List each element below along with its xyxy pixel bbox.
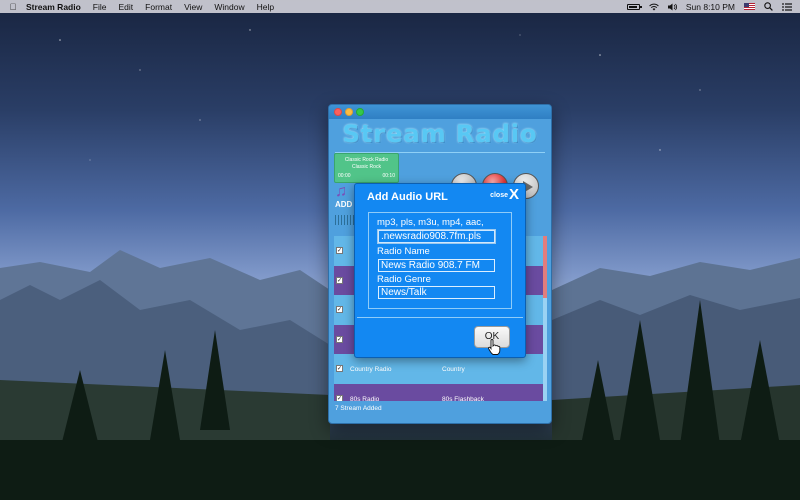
menu-bar:  Stream Radio File Edit Format View Win… (0, 0, 800, 13)
station-list-scrollbar[interactable] (543, 236, 547, 401)
spotlight-search-icon[interactable] (764, 2, 773, 11)
app-menu[interactable]: Stream Radio (26, 2, 81, 12)
station-row[interactable]: ✓ 80s Radio 80s Flashback (334, 383, 544, 402)
close-label: close (490, 191, 508, 199)
dialog-close-button[interactable]: close X (490, 186, 519, 203)
station-genre: 80s Flashback (442, 395, 484, 402)
station-name: Country Radio (350, 366, 392, 373)
equalizer-icon (335, 215, 355, 225)
wifi-icon[interactable] (649, 3, 659, 11)
url-form: mp3, pls, m3u, mp4, aac, .newsradio908.7… (368, 212, 512, 309)
input-source-flag-icon[interactable] (744, 3, 755, 10)
hand-pointer-cursor-icon (488, 339, 501, 355)
now-playing-panel: Classic Rock Radio Classic Rock 00:00 00… (334, 153, 399, 183)
dialog-divider (357, 317, 523, 318)
add-audio-url-dialog: Add Audio URL close X mp3, pls, m3u, mp4… (354, 183, 526, 358)
radio-genre-label: Radio Genre (377, 274, 431, 285)
window-zoom-button[interactable] (356, 108, 364, 116)
battery-level-fill (628, 5, 637, 8)
station-checkbox[interactable]: ✓ (336, 394, 343, 401)
window-minimize-button[interactable] (345, 108, 353, 116)
elapsed-time: 00:00 (338, 173, 351, 179)
menu-edit[interactable]: Edit (119, 2, 134, 12)
apple-menu-icon[interactable]:  (0, 2, 26, 12)
total-time: 00:10 (382, 173, 395, 179)
station-checkbox[interactable]: ✓ (336, 335, 343, 343)
clock[interactable]: Sun 8:10 PM (686, 2, 735, 12)
supported-formats-label: mp3, pls, m3u, mp4, aac, (377, 217, 484, 228)
menu-view[interactable]: View (184, 2, 202, 12)
radio-genre-input[interactable]: News/Talk (378, 286, 495, 299)
app-title: Stream Radio (342, 120, 538, 148)
menu-format[interactable]: Format (145, 2, 172, 12)
scrollbar-thumb[interactable] (543, 236, 547, 298)
volume-icon[interactable] (667, 3, 677, 11)
station-checkbox[interactable]: ✓ (336, 247, 343, 254)
now-playing-station: Classic Rock Radio (344, 157, 389, 163)
close-icon: X (508, 186, 519, 203)
menu-help[interactable]: Help (257, 2, 274, 12)
url-input[interactable]: .newsradio908.7fm.pls (377, 229, 496, 244)
radio-name-input[interactable]: News Radio 908.7 FM (378, 259, 495, 272)
station-row[interactable]: ✓ Country Radio Country (334, 354, 544, 384)
station-checkbox[interactable]: ✓ (336, 276, 343, 284)
window-titlebar[interactable] (329, 105, 551, 119)
menu-window[interactable]: Window (214, 2, 244, 12)
dialog-title: Add Audio URL (367, 191, 448, 203)
radio-name-label: Radio Name (377, 246, 430, 257)
station-checkbox[interactable]: ✓ (336, 365, 343, 372)
now-playing-genre: Classic Rock (352, 164, 381, 170)
window-close-button[interactable] (334, 108, 342, 116)
station-checkbox[interactable]: ✓ (336, 306, 343, 313)
menu-file[interactable]: File (93, 2, 107, 12)
station-name: 80s Radio (350, 395, 380, 402)
station-genre: Country (442, 366, 465, 373)
battery-icon[interactable] (626, 3, 642, 10)
notification-center-icon[interactable] (782, 2, 792, 11)
status-text: 7 Stream Added (335, 405, 382, 412)
